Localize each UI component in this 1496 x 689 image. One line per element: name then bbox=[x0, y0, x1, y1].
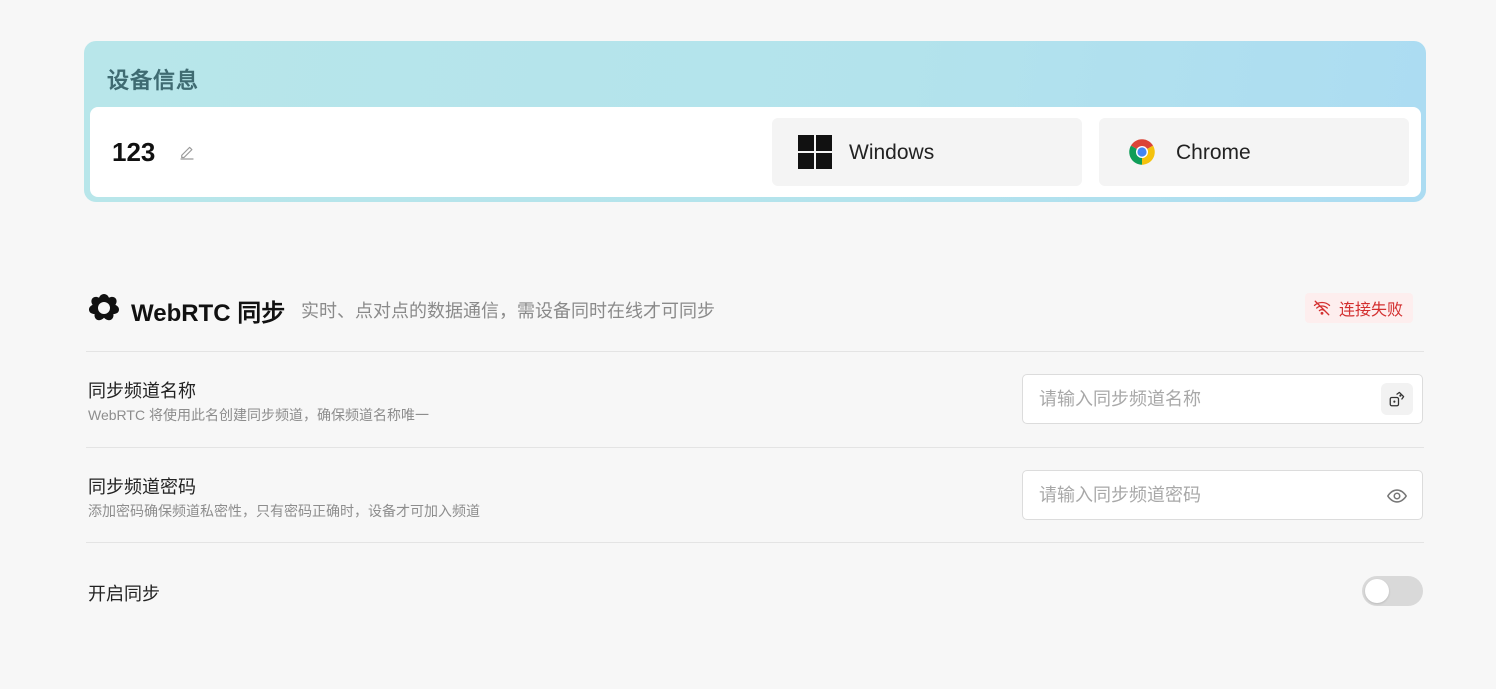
webrtc-logo-icon bbox=[88, 294, 120, 321]
webrtc-section-header: WebRTC 同步 实时、点对点的数据通信，需设备同时在线才可同步 连接失败 bbox=[86, 290, 1426, 330]
browser-chip: Chrome bbox=[1099, 118, 1409, 186]
device-name: 123 bbox=[112, 137, 156, 167]
wifi-off-icon bbox=[1313, 300, 1331, 316]
enable-sync-label: 开启同步 bbox=[88, 584, 160, 604]
toggle-knob bbox=[1365, 579, 1389, 603]
divider bbox=[86, 542, 1424, 543]
edit-icon[interactable] bbox=[178, 144, 196, 162]
channel-password-field bbox=[1022, 470, 1423, 520]
channel-name-input[interactable] bbox=[1039, 375, 1369, 423]
enable-sync-toggle[interactable] bbox=[1362, 576, 1423, 606]
divider bbox=[86, 447, 1424, 448]
webrtc-description: 实时、点对点的数据通信，需设备同时在线才可同步 bbox=[301, 301, 715, 321]
connection-status-label: 连接失败 bbox=[1338, 302, 1403, 319]
os-chip: Windows bbox=[772, 118, 1082, 186]
channel-name-hint: WebRTC 将使用此名创建同步频道，确保频道名称唯一 bbox=[88, 407, 429, 423]
browser-label: Chrome bbox=[1176, 141, 1251, 164]
generate-channel-name-button[interactable] bbox=[1381, 383, 1413, 415]
channel-name-label: 同步频道名称 bbox=[88, 381, 196, 401]
eye-icon[interactable] bbox=[1386, 485, 1408, 507]
channel-password-hint: 添加密码确保频道私密性，只有密码正确时，设备才可加入频道 bbox=[88, 503, 480, 519]
divider bbox=[86, 351, 1424, 352]
device-info-card: 设备信息 123 Windows Chrome bbox=[84, 41, 1426, 202]
chrome-icon bbox=[1129, 139, 1155, 165]
device-info-title: 设备信息 bbox=[107, 68, 200, 93]
dice-icon bbox=[1389, 391, 1405, 407]
connection-status-badge: 连接失败 bbox=[1304, 293, 1413, 323]
device-info-panel: 123 Windows Chrome bbox=[90, 107, 1421, 197]
os-label: Windows bbox=[849, 141, 935, 164]
channel-name-field bbox=[1022, 374, 1423, 424]
windows-icon bbox=[798, 135, 832, 169]
channel-password-label: 同步频道密码 bbox=[88, 477, 196, 497]
channel-password-input[interactable] bbox=[1039, 471, 1369, 519]
webrtc-title: WebRTC 同步 bbox=[131, 300, 286, 327]
